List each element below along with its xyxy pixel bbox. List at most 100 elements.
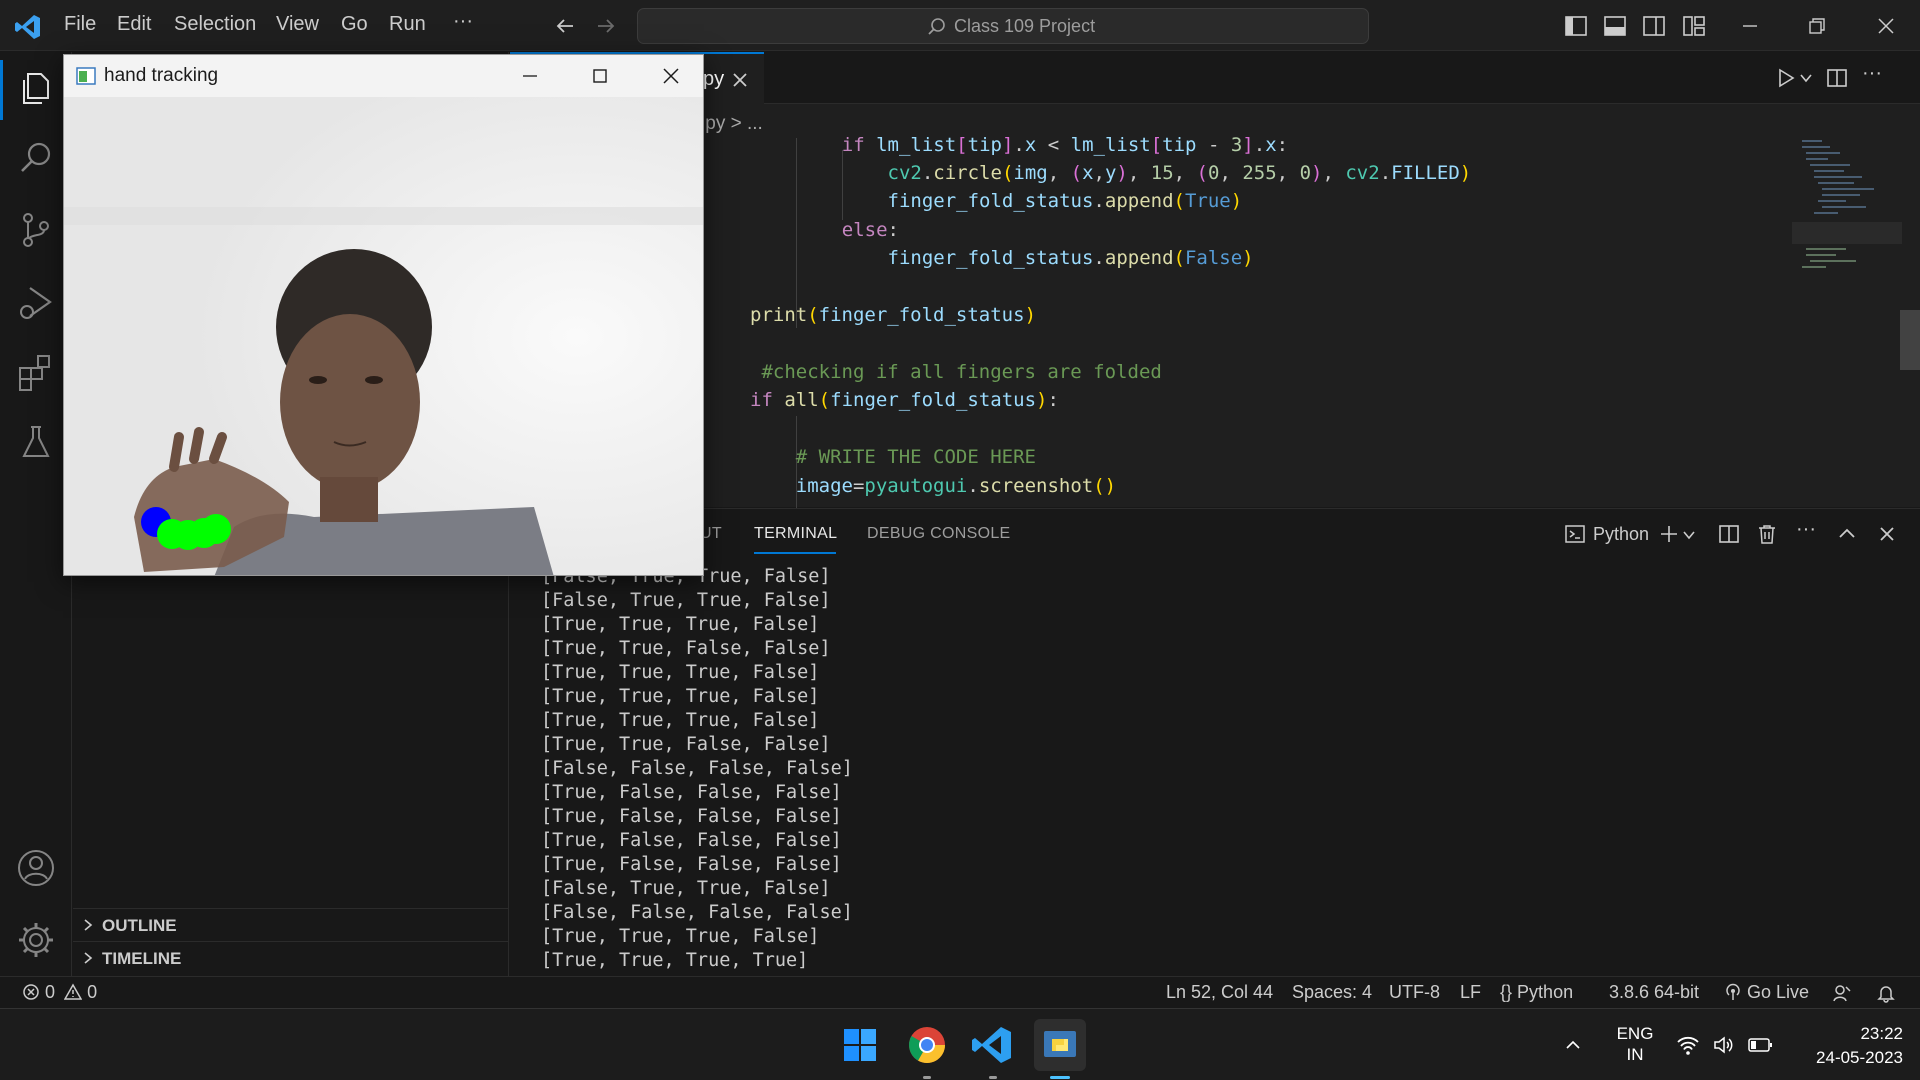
terminal-icon (1564, 523, 1586, 545)
toggle-primary-sidebar-icon[interactable] (1564, 14, 1588, 38)
menu-more[interactable]: ··· (453, 10, 473, 33)
tab-label: py (703, 68, 725, 90)
toggle-panel-icon[interactable] (1603, 14, 1627, 38)
terminal-line: [False, False, False, False] (541, 902, 853, 923)
outline-label: OUTLINE (102, 916, 177, 935)
panel-more-actions-icon[interactable]: ··· (1796, 518, 1816, 541)
bell-icon[interactable] (1876, 983, 1896, 1003)
menu-edit[interactable]: Edit (117, 13, 151, 36)
menu-file[interactable]: File (64, 13, 96, 36)
close-panel-icon[interactable] (1876, 523, 1898, 545)
accounts-feedback-icon[interactable] (1832, 983, 1852, 1003)
warning-icon (64, 983, 83, 1001)
maximize-icon[interactable] (589, 65, 611, 87)
trash-icon[interactable] (1756, 523, 1778, 545)
terminal-line: [True, True, True, False] (541, 686, 820, 707)
explorer-icon[interactable] (14, 66, 58, 110)
tab-terminal[interactable]: TERMINAL (754, 525, 837, 543)
hand-tracking-window[interactable]: hand tracking (63, 54, 704, 576)
terminal-line: [True, False, False, False] (541, 806, 842, 827)
go-live-button[interactable]: Go Live (1724, 982, 1809, 1003)
vscode-taskbar-icon[interactable] (967, 1019, 1019, 1079)
battery-icon[interactable] (1748, 1036, 1774, 1054)
terminal-line: [True, True, True, False] (541, 710, 820, 731)
manage-gear-icon[interactable] (14, 918, 58, 962)
menu-view[interactable]: View (276, 13, 319, 36)
code-line[interactable]: cv2.circle(img, (x,y), 15, (0, 255, 0), … (796, 162, 1472, 184)
split-terminal-icon[interactable] (1718, 523, 1740, 545)
toggle-secondary-sidebar-icon[interactable] (1642, 14, 1666, 38)
new-terminal-plus-icon[interactable] (1658, 523, 1680, 545)
python-window-taskbar-icon[interactable] (1034, 1019, 1086, 1079)
volume-icon[interactable] (1712, 1034, 1736, 1056)
code-line[interactable]: if lm_list[tip].x < lm_list[tip - 3].x: (796, 134, 1288, 156)
menu-go[interactable]: Go (341, 13, 368, 36)
command-center[interactable]: Class 109 Project (637, 8, 1369, 44)
terminal-line: [True, False, False, False] (541, 854, 842, 875)
code-line[interactable]: #checking if all fingers are folded (750, 361, 1161, 383)
chrome-icon[interactable] (901, 1019, 953, 1079)
language-label: Python (1517, 982, 1574, 1002)
problems-indicator[interactable]: 0 0 (22, 982, 97, 1003)
warning-count: 0 (87, 982, 98, 1002)
back-arrow-icon[interactable] (553, 14, 577, 38)
terminal-profile[interactable]: Python (1593, 524, 1649, 545)
code-line[interactable]: # WRITE THE CODE HERE (750, 446, 1036, 468)
testing-icon[interactable] (14, 420, 58, 464)
indentation[interactable]: Spaces: 4 (1292, 982, 1372, 1003)
restore-window-icon[interactable] (1805, 14, 1829, 38)
cursor-position[interactable]: Ln 52, Col 44 (1166, 982, 1273, 1003)
code-line[interactable]: finger_fold_status.append(False) (796, 247, 1254, 269)
input-language[interactable]: ENG IN (1615, 1023, 1655, 1065)
minimap[interactable] (1792, 136, 1902, 276)
clock[interactable]: 23:22 24-05-2023 (1793, 1022, 1903, 1070)
region-code: IN (1626, 1045, 1644, 1064)
breadcrumb[interactable]: .py > ... (700, 113, 763, 135)
language-mode[interactable]: {} Python (1500, 982, 1573, 1003)
search-icon[interactable] (14, 136, 58, 180)
code-line[interactable]: if all(finger_fold_status): (750, 389, 1059, 411)
clock-time: 23:22 (1860, 1024, 1903, 1043)
minimize-icon[interactable] (519, 65, 541, 87)
code-line[interactable]: image=pyautogui.screenshot() (750, 475, 1116, 497)
editor-more-actions-icon[interactable]: ··· (1862, 62, 1882, 85)
timeline-section[interactable]: TIMELINE (73, 941, 509, 974)
encoding[interactable]: UTF-8 (1389, 982, 1440, 1003)
code-line[interactable]: else: (796, 219, 899, 241)
hand-tracking-titlebar[interactable]: hand tracking (64, 55, 703, 97)
code-line[interactable]: finger_fold_status.append(True) (796, 190, 1243, 212)
chevron-up-icon[interactable] (1563, 1035, 1583, 1055)
active-indicator (0, 60, 3, 120)
active-tab-underline (754, 552, 836, 554)
source-control-icon[interactable] (14, 208, 58, 252)
windows-start-icon[interactable] (834, 1019, 886, 1071)
terminal-line: [True, True, True, False] (541, 662, 820, 683)
close-window-icon[interactable] (1874, 14, 1898, 38)
code-line[interactable]: print(finger_fold_status) (750, 304, 1036, 326)
camera-feed (64, 97, 703, 575)
minimize-window-icon[interactable] (1738, 14, 1762, 38)
forward-arrow-icon[interactable] (594, 14, 618, 38)
accounts-icon[interactable] (14, 846, 58, 890)
close-icon[interactable] (660, 65, 682, 87)
editor-scrollbar-thumb[interactable] (1900, 310, 1920, 370)
extensions-icon[interactable] (14, 350, 58, 394)
python-interpreter[interactable]: 3.8.6 64-bit (1609, 982, 1699, 1003)
chevron-down-icon[interactable] (1682, 528, 1696, 542)
run-debug-icon[interactable] (14, 280, 58, 324)
outline-section[interactable]: OUTLINE (73, 908, 509, 941)
tab-debug-console[interactable]: DEBUG CONSOLE (867, 525, 1011, 543)
wifi-icon[interactable] (1676, 1034, 1700, 1056)
status-bar: 0 0 Ln 52, Col 44 Spaces: 4 UTF-8 LF {} … (0, 976, 1920, 1008)
split-editor-icon[interactable] (1826, 67, 1848, 89)
run-file-icon[interactable] (1775, 67, 1797, 89)
terminal-line: [True, True, True, True] (541, 950, 809, 971)
customize-layout-icon[interactable] (1682, 14, 1706, 38)
chevron-down-icon[interactable] (1799, 71, 1813, 85)
menu-run[interactable]: Run (389, 13, 426, 36)
close-tab-icon[interactable] (730, 70, 750, 90)
vscode-logo-icon (14, 13, 42, 41)
maximize-panel-chevron-up-icon[interactable] (1836, 523, 1858, 545)
end-of-line[interactable]: LF (1460, 982, 1481, 1003)
menu-selection[interactable]: Selection (174, 13, 256, 36)
